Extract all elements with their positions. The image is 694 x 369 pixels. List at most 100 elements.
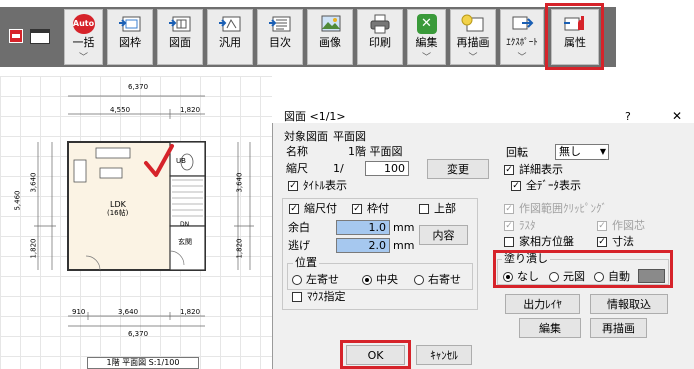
window-icon[interactable] [30,29,50,44]
room-label-dn: DN [180,221,190,228]
title-display-checkbox[interactable]: ✓ [288,181,298,191]
escape-input[interactable]: 2.0 [336,238,390,253]
ok-highlight [340,340,411,369]
dim-bottom-a: 910 [72,308,86,316]
rotate-value: 無し [559,145,581,158]
frame-with-label: 枠付 [367,202,389,215]
general-button[interactable]: 汎用 [207,9,253,65]
frame-button[interactable]: 図枠 [107,9,153,65]
drawing-label: 図面 [169,36,191,49]
export-button[interactable]: ｴｸｽﾎﾟｰﾄ ﹀ [500,9,544,65]
floor-plan-canvas[interactable]: 6,370 4,550 1,820 3,640 5,460 1,820 3,64… [0,76,272,369]
room-label-entrance: 玄関 [178,238,192,246]
frame-icon [119,16,141,32]
info-import-button[interactable]: 情報取込 [590,294,668,314]
chevron-down-icon[interactable]: ▼ [600,145,606,158]
margin-input[interactable]: 1.0 [336,220,390,235]
chevron-down-icon[interactable]: ﹀ [65,53,102,63]
printer-icon[interactable] [9,29,23,43]
image-icon [321,15,341,32]
dim-top-right: 1,820 [180,106,201,114]
dim-top-total: 6,370 [128,83,149,91]
dim-top-left: 4,550 [110,106,131,114]
draw-center-label: 作図芯 [612,219,645,232]
printer-icon [370,14,390,34]
escape-unit: mm [393,239,415,252]
fill-highlight [493,250,673,288]
cancel-button[interactable]: ｷｬﾝｾﾙ [416,345,472,365]
title-display-label: ﾀｲﾄﾙ表示 [303,179,347,192]
general-icon [219,16,241,32]
image-button[interactable]: 画像 [307,9,353,65]
frame-with-checkbox[interactable]: ✓ [352,204,362,214]
export-icon [512,16,534,30]
name-label: 名称 [286,145,308,158]
dim-bottom-c: 1,820 [180,308,201,316]
scale-prefix: 1/ [333,162,344,175]
redraw-button[interactable]: 再描画 ﹀ [450,9,496,65]
dim-left-total: 5,460 [13,190,22,211]
rotate-label: 回転 [506,146,528,159]
upper-checkbox[interactable] [419,204,429,214]
raster-checkbox: ✓ [504,221,514,231]
toolbar: Auto 一括 ﹀ 図枠 図面 汎用 目次 画像 印刷 ✕ 編集 ﹀ 再描画 ﹀… [0,0,694,76]
help-button[interactable]: ? [625,110,631,123]
clip-label: 作図範囲ｸﾘｯﾋﾟﾝｸﾞ [519,202,607,215]
scale-label: 縮尺 [286,162,308,175]
detail-display-label: 詳細表示 [519,163,563,176]
auto-batch-button[interactable]: Auto 一括 ﹀ [64,9,103,65]
edit-label: 編集 [415,36,438,49]
index-button[interactable]: 目次 [257,9,303,65]
mouse-spec-label: ﾏｳｽ指定 [307,290,346,303]
output-layer-button[interactable]: 出力ﾚｲﾔ [505,294,580,314]
pos-center-radio[interactable] [362,275,372,285]
house-phase-checkbox[interactable] [504,237,514,247]
close-icon[interactable]: ✕ [672,110,682,123]
edit-button[interactable]: ✕ 編集 ﹀ [407,9,446,65]
redraw-icon [461,14,484,32]
pos-right-radio[interactable] [414,275,424,285]
dimension-checkbox[interactable]: ✓ [597,237,607,247]
redraw-label: 再描画 [456,36,490,49]
chevron-down-icon[interactable]: ﹀ [451,53,495,63]
room-label-ldk-size: (16帖) [107,209,129,217]
draw-center-checkbox: ✓ [597,221,607,231]
target-value: 平面図 [333,130,366,143]
redraw-dialog-button[interactable]: 再描画 [590,318,647,338]
detail-display-checkbox[interactable]: ✓ [504,165,514,175]
auto-badge-icon: Auto [72,14,95,34]
pos-center-label: 中央 [376,273,398,286]
pos-right-label: 右寄せ [428,273,461,286]
drawing-button[interactable]: 図面 [157,9,203,65]
pos-left-radio[interactable] [292,275,302,285]
edit-dialog-button[interactable]: 編集 [519,318,581,338]
margin-label: 余白 [288,221,310,234]
auto-batch-label: 一括 [72,36,95,49]
name-value: 1階 平面図 [348,145,403,158]
drawing-icon [169,16,191,32]
scale-with-checkbox[interactable]: ✓ [289,204,299,214]
all-data-label: 全ﾃﾞｰﾀ表示 [526,179,581,192]
wrench-icon: ✕ [416,14,437,34]
frame-label: 図枠 [119,36,141,49]
dim-bottom-total: 6,370 [128,330,149,338]
chevron-down-icon[interactable]: ﹀ [501,53,543,63]
dim-bottom-b: 3,640 [118,308,139,316]
image-label: 画像 [319,36,341,49]
dimension-label: 寸法 [612,235,634,248]
content-button[interactable]: 内容 [419,225,468,245]
print-button[interactable]: 印刷 [357,9,403,65]
room-label-ub: UB [176,157,186,165]
dim-right-upper: 3,640 [235,172,244,193]
mouse-spec-checkbox[interactable] [292,292,302,302]
print-label: 印刷 [369,36,391,49]
scale-input[interactable]: 100 [365,161,409,176]
all-data-checkbox[interactable]: ✓ [511,181,521,191]
attribute-highlight [545,3,604,70]
floor-plan-drawing [34,95,254,327]
change-button[interactable]: 変更 [427,159,489,179]
raster-label: ﾗｽﾀ [519,219,536,232]
rotate-select[interactable]: 無し ▼ [555,144,609,160]
chevron-down-icon[interactable]: ﹀ [408,53,445,63]
house-phase-label: 家相方位盤 [519,235,574,248]
